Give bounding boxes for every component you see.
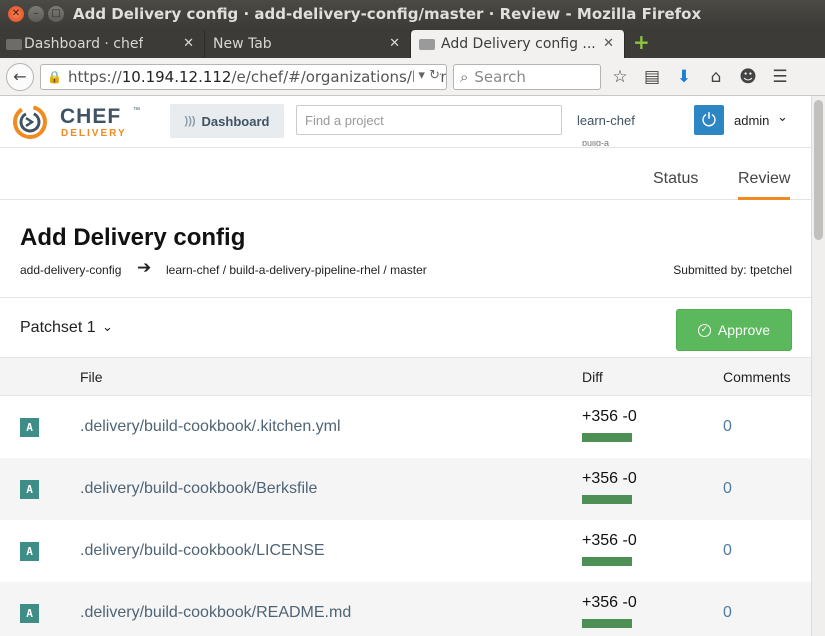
file-path-link[interactable]: .delivery/build-cookbook/.kitchen.yml	[80, 418, 341, 436]
patchset-selector[interactable]: Patchset 1	[20, 319, 96, 337]
hamburger-menu-icon[interactable]: ☰	[767, 64, 793, 90]
tab-close-icon[interactable]: ✕	[183, 36, 194, 51]
org-subtitle: build-a	[582, 141, 610, 147]
right-arrow-icon: ➔	[137, 258, 152, 278]
scrollbar-thumb[interactable]	[814, 100, 823, 240]
diff-bar	[582, 619, 632, 628]
app-header: CHEF ™ DELIVERY ))) Dashboard Find a pro…	[0, 96, 811, 148]
star-icon[interactable]: ☆	[607, 64, 633, 90]
browser-tab-review[interactable]: Add Delivery config ... ✕	[411, 30, 625, 58]
comment-count-link[interactable]: 0	[723, 480, 732, 498]
tab-close-icon[interactable]: ✕	[389, 36, 400, 51]
new-tab-plus-icon[interactable]: +	[633, 30, 650, 54]
comment-count-link[interactable]: 0	[723, 604, 732, 622]
logo-trademark: ™	[133, 107, 140, 114]
tab-review[interactable]: Review	[738, 170, 791, 200]
comment-count-link[interactable]: 0	[723, 418, 732, 436]
file-table-header: File Diff Comments	[0, 358, 811, 396]
chevron-down-icon[interactable]: ▾	[418, 68, 425, 83]
status-badge: A	[20, 542, 39, 561]
browser-navbar: ← 🔒 https://10.194.12.112/e/chef/#/organ…	[0, 58, 825, 96]
search-placeholder: Search	[474, 67, 526, 86]
patchset-row: Patchset 1 ⌄ ✓ Approve	[0, 298, 811, 358]
column-header-comments: Comments	[723, 369, 791, 385]
diff-stat: +356 -0	[582, 532, 637, 549]
chef-logo-icon	[13, 105, 47, 139]
home-icon[interactable]: ⌂	[703, 64, 729, 90]
change-summary: Add Delivery config add-delivery-config …	[0, 200, 811, 298]
tab-label: Add Delivery config ...	[441, 36, 596, 52]
status-badge: A	[20, 418, 39, 437]
source-branch: add-delivery-config	[20, 263, 122, 277]
approve-label: Approve	[717, 322, 771, 338]
reload-icon[interactable]: ↻	[429, 68, 440, 83]
file-path-link[interactable]: .delivery/build-cookbook/README.md	[80, 604, 351, 622]
file-path-link[interactable]: .delivery/build-cookbook/LICENSE	[80, 542, 325, 560]
tab-close-icon[interactable]: ✕	[603, 36, 614, 51]
page-title: Add Delivery config	[20, 224, 246, 251]
table-row: A .delivery/build-cookbook/Berksfile +35…	[0, 458, 811, 520]
window-minimize-button[interactable]: –	[28, 6, 44, 22]
tab-label: New Tab	[213, 36, 272, 52]
back-arrow-icon[interactable]: ←	[6, 62, 34, 91]
tab-label: Dashboard · chef	[24, 36, 144, 52]
page-scrollbar[interactable]	[811, 96, 825, 636]
window-titlebar: ✕ – □ Add Delivery config · add-delivery…	[0, 0, 825, 28]
page-viewport: CHEF ™ DELIVERY ))) Dashboard Find a pro…	[0, 96, 825, 636]
truck-icon	[6, 39, 22, 50]
window-controls: ✕ – □	[0, 6, 64, 22]
dashboard-button[interactable]: ))) Dashboard	[170, 104, 284, 138]
file-path-link[interactable]: .delivery/build-cookbook/Berksfile	[80, 480, 317, 498]
chef-delivery-logo[interactable]: CHEF ™ DELIVERY	[12, 104, 142, 140]
find-project-input[interactable]: Find a project	[296, 105, 562, 135]
find-project-placeholder: Find a project	[305, 112, 384, 128]
window-maximize-button[interactable]: □	[48, 6, 64, 22]
browser-tab-dashboard[interactable]: Dashboard · chef ✕	[0, 30, 205, 58]
user-name[interactable]: admin	[734, 113, 769, 128]
url-scheme: https://	[67, 67, 122, 86]
submitted-by: Submitted by: tpetchel	[673, 263, 792, 277]
diff-bar	[582, 495, 632, 504]
url-host: 10.194.12.112	[121, 67, 232, 86]
table-row: A .delivery/build-cookbook/README.md +35…	[0, 582, 811, 636]
column-header-file: File	[80, 369, 103, 385]
smiley-icon[interactable]: ☻	[735, 64, 761, 90]
url-controls: ▾ ↻	[414, 67, 440, 83]
url-bar[interactable]: 🔒 https://10.194.12.112/e/chef/#/organiz…	[40, 63, 447, 90]
diff-bar	[582, 433, 632, 442]
lock-icon: 🔒	[47, 69, 62, 84]
status-badge: A	[20, 480, 39, 499]
org-name[interactable]: learn-chef	[577, 113, 635, 128]
comment-count-link[interactable]: 0	[723, 542, 732, 560]
tab-status[interactable]: Status	[653, 170, 698, 200]
chevron-down-icon[interactable]: ⌄	[777, 110, 788, 125]
window-close-button[interactable]: ✕	[8, 6, 24, 22]
power-icon[interactable]: ⏻	[694, 105, 724, 135]
diff-bar	[582, 557, 632, 566]
diff-stat: +356 -0	[582, 470, 637, 487]
browser-tab-new-tab[interactable]: New Tab ✕	[205, 30, 411, 58]
browser-tab-strip: Dashboard · chef ✕ New Tab ✕ Add Deliver…	[0, 28, 825, 58]
check-circle-icon: ✓	[697, 323, 711, 337]
reading-list-icon[interactable]: ▤	[639, 64, 665, 90]
search-icon: ⌕	[460, 67, 469, 86]
target-branch: learn-chef / build-a-delivery-pipeline-r…	[166, 263, 427, 277]
logo-product: DELIVERY	[61, 128, 127, 139]
table-row: A .delivery/build-cookbook/.kitchen.yml …	[0, 396, 811, 458]
table-row: A .delivery/build-cookbook/LICENSE +356 …	[0, 520, 811, 582]
diff-stat: +356 -0	[582, 594, 637, 611]
truck-icon	[419, 38, 435, 50]
logo-name: CHEF	[60, 105, 122, 128]
diff-stat: +356 -0	[582, 408, 637, 425]
status-badge: A	[20, 604, 39, 623]
window-title: Add Delivery config · add-delivery-confi…	[73, 5, 702, 23]
chevron-down-icon[interactable]: ⌄	[102, 320, 113, 335]
download-icon[interactable]: ⬇	[671, 64, 697, 90]
view-tabs: Status Review	[0, 148, 811, 200]
dashboard-label: Dashboard	[201, 113, 270, 129]
column-header-diff: Diff	[582, 369, 603, 385]
browser-search-input[interactable]: ⌕ Search	[453, 63, 601, 90]
dashboard-icon: )))	[184, 115, 196, 127]
approve-button[interactable]: ✓ Approve	[676, 309, 792, 351]
